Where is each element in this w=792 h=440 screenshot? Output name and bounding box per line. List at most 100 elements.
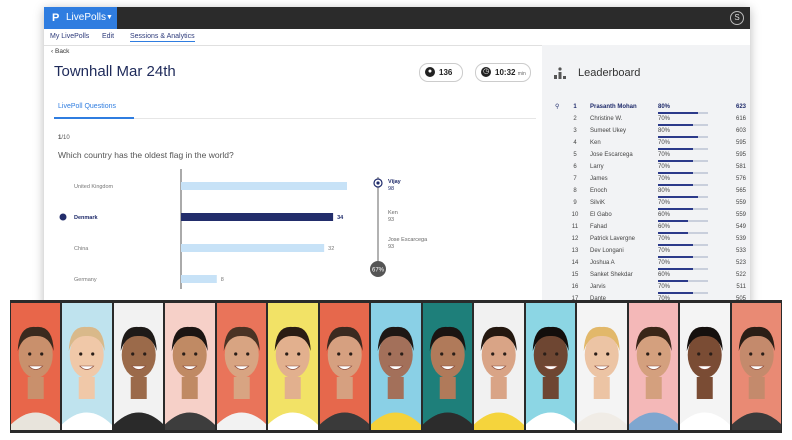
leaderboard-score: 595 <box>735 140 746 146</box>
leaderboard-progress-fill <box>658 208 693 210</box>
portrait-photo <box>165 303 215 430</box>
chart-value-label: 32 <box>328 246 334 252</box>
leaderboard-progress <box>658 244 708 246</box>
portrait-photo <box>216 303 267 430</box>
chart-category-label: United Kingdom <box>74 184 114 190</box>
leaderboard-percent: 70% <box>658 200 671 206</box>
portrait-strip <box>10 300 782 433</box>
leaderboard-row: 13 Dev Longani 70% 533 <box>542 247 750 259</box>
leaderboard-progress <box>658 256 708 258</box>
leaderboard-percent: 70% <box>658 116 671 122</box>
chart-bar <box>181 275 217 283</box>
leaderboard-progress <box>658 232 708 234</box>
leaderboard-percent: 70% <box>658 152 671 158</box>
leaderboard-percent: 80% <box>658 128 671 134</box>
leaderboard-name: Jarvis <box>590 284 606 290</box>
leaderboard-percent: 70% <box>658 260 671 266</box>
leaderboard-rank: 1 <box>573 104 577 110</box>
leaderboard-progress <box>658 280 708 282</box>
leaderboard-progress-fill <box>658 220 688 222</box>
leaderboard-name: Joshua A <box>590 260 615 266</box>
leaderboard-percent: 70% <box>658 284 671 290</box>
person-portrait-icon <box>731 326 781 430</box>
leaderboard-row: 11 Fahad 60% 549 <box>542 223 750 235</box>
question-counter: 1/10 <box>58 135 70 141</box>
person-portrait-icon <box>628 326 679 430</box>
leaderboard-rank: 10 <box>571 212 579 218</box>
answer-entry-score: 93 <box>388 217 394 223</box>
leaderboard-score: 539 <box>735 236 746 242</box>
leaderboard-progress-fill <box>658 124 693 126</box>
leaderboard-progress <box>658 268 708 270</box>
leaderboard-name: Prasanth Mohan <box>590 104 637 110</box>
user-icon: ● <box>425 67 435 77</box>
person-portrait-icon <box>62 326 112 430</box>
chart-bar <box>181 182 347 190</box>
portrait-photo <box>422 303 473 430</box>
leaderboard-icon <box>554 67 566 79</box>
leaderboard-score: 623 <box>735 104 746 110</box>
leaderboard-progress-fill <box>658 148 693 150</box>
leaderboard-percent: 80% <box>658 188 671 194</box>
leaderboard-rank: 11 <box>571 224 579 230</box>
leaderboard-row: 12 Patrick Lavergne 70% 539 <box>542 235 750 247</box>
leaderboard-progress <box>658 220 708 222</box>
leaderboard-progress-fill <box>658 196 698 198</box>
leaderboard-rank: 2 <box>573 116 577 122</box>
leaderboard-name: Christine W. <box>590 116 623 122</box>
secondary-nav: My LivePolls Edit Sessions & Analytics <box>44 29 750 46</box>
leaderboard-row: 2 Christine W. 70% 616 <box>542 115 750 127</box>
leaderboard-name: Sanket Shekdar <box>590 272 633 278</box>
leaderboard-progress-fill <box>658 256 693 258</box>
leaderboard-progress <box>658 208 708 210</box>
leaderboard-rank: 9 <box>573 200 577 206</box>
leaderboard-percent: 70% <box>658 236 671 242</box>
portrait-photo <box>371 303 421 430</box>
nav-my-livepolls[interactable]: My LivePolls <box>50 33 89 40</box>
leaderboard-progress <box>658 196 708 198</box>
nav-sessions-analytics[interactable]: Sessions & Analytics <box>130 33 195 42</box>
leaderboard-progress-fill <box>658 160 693 162</box>
tab-active-indicator <box>54 117 134 119</box>
leaderboard-progress-fill <box>658 232 688 234</box>
brand-menu[interactable]: P LivePolls ▼ <box>44 7 117 29</box>
leaderboard-name: Patrick Lavergne <box>590 236 636 242</box>
chart-category-label: Germany <box>74 277 97 283</box>
leaderboard-score: 616 <box>735 116 746 122</box>
chevron-down-icon: ▼ <box>106 14 113 21</box>
answer-entry-name: Jose Escarcega <box>388 237 428 243</box>
leaderboard-score: 565 <box>735 188 746 194</box>
person-portrait-icon <box>113 326 164 430</box>
leaderboard-score: 559 <box>735 212 746 218</box>
leaderboard-progress <box>658 124 708 126</box>
participants-count: 136 <box>439 68 453 77</box>
chart-bar <box>181 244 325 252</box>
leaderboard-score: 595 <box>735 152 746 158</box>
back-link[interactable]: ‹ Back <box>51 48 69 55</box>
leaderboard-progress <box>658 172 708 174</box>
chevron-left-icon: ‹ <box>51 48 54 55</box>
leaderboard-row: 6 Larry 70% 581 <box>542 163 750 175</box>
leaderboard-score: 522 <box>735 272 746 278</box>
leaderboard-panel: Leaderboard 1 Prasanth Mohan 80% 623 ⚲ 2 Chris… <box>542 45 750 307</box>
person-portrait-icon <box>422 326 473 430</box>
person-portrait-icon <box>319 326 370 430</box>
leaderboard-progress <box>658 112 708 114</box>
question-total: /10 <box>61 135 70 141</box>
user-avatar-icon[interactable]: S <box>730 11 744 25</box>
leaderboard-percent: 70% <box>658 176 671 182</box>
leaderboard-percent: 60% <box>658 272 671 278</box>
person-portrait-icon <box>268 326 318 430</box>
person-portrait-icon <box>577 326 627 430</box>
leaderboard-row: 3 Sumeet Ukey 80% 603 <box>542 127 750 139</box>
portrait-photo <box>319 303 370 430</box>
tab-livepoll-questions[interactable]: LivePoll Questions <box>58 103 116 110</box>
leaderboard-rank: 14 <box>571 260 579 266</box>
nav-edit[interactable]: Edit <box>102 33 114 40</box>
leaderboard-rank: 16 <box>571 284 579 290</box>
leaderboard-row: 7 James 70% 576 <box>542 175 750 187</box>
leaderboard-progress-fill <box>658 244 693 246</box>
poll-results-chart: United Kingdom Denmark 34 China 32 Germany 8 6… <box>59 169 428 289</box>
person-portrait-icon <box>165 326 215 430</box>
leaderboard-title: Leaderboard <box>578 67 641 79</box>
